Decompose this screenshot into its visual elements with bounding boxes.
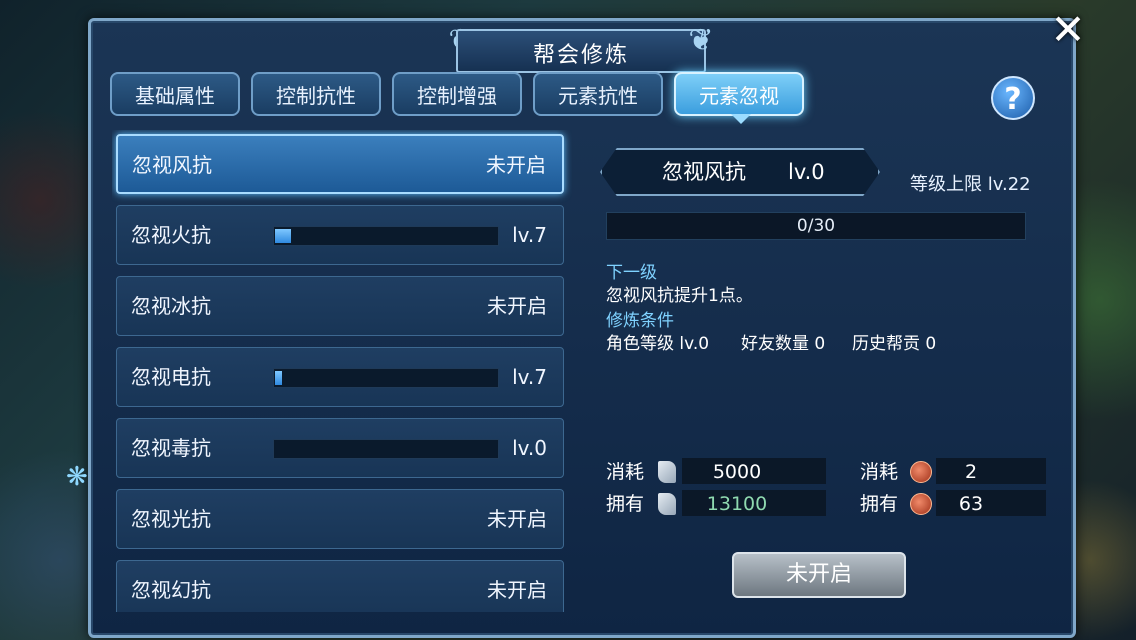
list-item-label: 忽视风抗 <box>132 153 212 177</box>
list-item-label: 忽视火抗 <box>131 223 211 247</box>
own-label: 拥有 <box>606 493 645 515</box>
title-bar: ❦ 帮会修炼 ❦ <box>91 21 1073 73</box>
list-item-status: lv.7 <box>512 223 547 247</box>
level-bar <box>273 368 499 388</box>
list-item-poison[interactable]: 忽视毒抗 lv.0 <box>116 418 564 478</box>
level-bar <box>273 226 499 246</box>
right-ornament-icon: ❦ <box>688 23 714 58</box>
tab-basic-attributes[interactable]: 基础属性 <box>110 72 240 116</box>
next-level-heading: 下一级 <box>606 263 657 283</box>
consume-label: 消耗 <box>860 461 899 483</box>
tab-control-enhance[interactable]: 控制增强 <box>392 72 522 116</box>
coin-own-value: 63 <box>958 493 984 515</box>
list-item-label: 忽视冰抗 <box>131 294 211 318</box>
scroll-own-value: 13100 <box>706 493 768 515</box>
cost-row-consume: 消耗 5000 消耗 2 <box>606 458 1046 486</box>
coin-icon <box>910 493 932 515</box>
own-label: 拥有 <box>860 493 899 515</box>
panel-title: 帮会修炼 <box>532 43 629 68</box>
detail-panel: 忽视风抗 lv.0 等级上限 lv.22 0/30 下一级 忽视风抗提升1点。 … <box>586 130 1050 612</box>
skill-name-plate: 忽视风抗 lv.0 <box>600 148 880 196</box>
list-item-label: 忽视电抗 <box>131 365 211 389</box>
scroll-icon <box>658 493 676 515</box>
butterfly-decoration-icon: ❋ <box>66 462 88 492</box>
list-item-illusion[interactable]: 忽视幻抗 未开启 <box>116 560 564 612</box>
list-item-label: 忽视幻抗 <box>131 578 211 602</box>
skill-list: 忽视风抗 未开启 忽视火抗 lv.7 忽视冰抗 未开启 忽视电抗 lv.7 忽视… <box>112 130 572 612</box>
condition-history-contribution: 历史帮贡 0 <box>852 334 937 354</box>
list-item-wind[interactable]: 忽视风抗 未开启 <box>116 134 564 194</box>
level-bar <box>273 439 499 459</box>
condition-role-level: 角色等级 lv.0 <box>606 334 710 354</box>
tab-element-ignore[interactable]: 元素忽视 <box>674 72 804 124</box>
exp-progress-bar: 0/30 <box>606 212 1026 240</box>
list-item-status: 未开启 <box>487 507 547 531</box>
coin-consume-value: 2 <box>964 461 978 483</box>
scroll-consume-box: 5000 <box>682 458 826 484</box>
exp-progress-text: 0/30 <box>796 216 836 236</box>
cost-row-own: 拥有 13100 拥有 63 <box>606 490 1046 518</box>
condition-friends: 好友数量 0 <box>741 334 826 354</box>
coin-own-box: 63 <box>936 490 1046 516</box>
list-item-status: lv.0 <box>512 436 547 460</box>
tab-control-resistance[interactable]: 控制抗性 <box>251 72 381 116</box>
level-bar-fill <box>275 229 291 243</box>
list-item-status: 未开启 <box>486 153 546 177</box>
level-bar-fill <box>275 371 282 385</box>
scroll-own-box: 13100 <box>682 490 826 516</box>
tab-element-resistance[interactable]: 元素抗性 <box>533 72 663 116</box>
skill-name: 忽视风抗 <box>662 160 746 184</box>
condition-heading: 修炼条件 <box>606 311 674 331</box>
coin-consume-box: 2 <box>936 458 1046 484</box>
list-item-status: 未开启 <box>487 578 547 602</box>
list-item-electric[interactable]: 忽视电抗 lv.7 <box>116 347 564 407</box>
list-item-status: 未开启 <box>487 294 547 318</box>
list-item-status: lv.7 <box>512 365 547 389</box>
skill-level: lv.0 <box>788 160 825 184</box>
scroll-consume-value: 5000 <box>712 461 762 483</box>
list-item-light[interactable]: 忽视光抗 未开启 <box>116 489 564 549</box>
list-item-fire[interactable]: 忽视火抗 lv.7 <box>116 205 564 265</box>
next-level-text: 忽视风抗提升1点。 <box>606 286 753 306</box>
consume-label: 消耗 <box>606 461 645 483</box>
list-item-label: 忽视毒抗 <box>131 436 211 460</box>
list-item-ice[interactable]: 忽视冰抗 未开启 <box>116 276 564 336</box>
coin-icon <box>910 461 932 483</box>
list-item-label: 忽视光抗 <box>131 507 211 531</box>
scroll-icon <box>658 461 676 483</box>
level-cap: 等级上限 lv.22 <box>910 174 1031 195</box>
title-plate: 帮会修炼 <box>456 29 706 73</box>
help-button[interactable]: ? <box>991 76 1035 120</box>
activate-button[interactable]: 未开启 <box>732 552 906 598</box>
close-icon[interactable]: ✕ <box>1046 8 1090 52</box>
